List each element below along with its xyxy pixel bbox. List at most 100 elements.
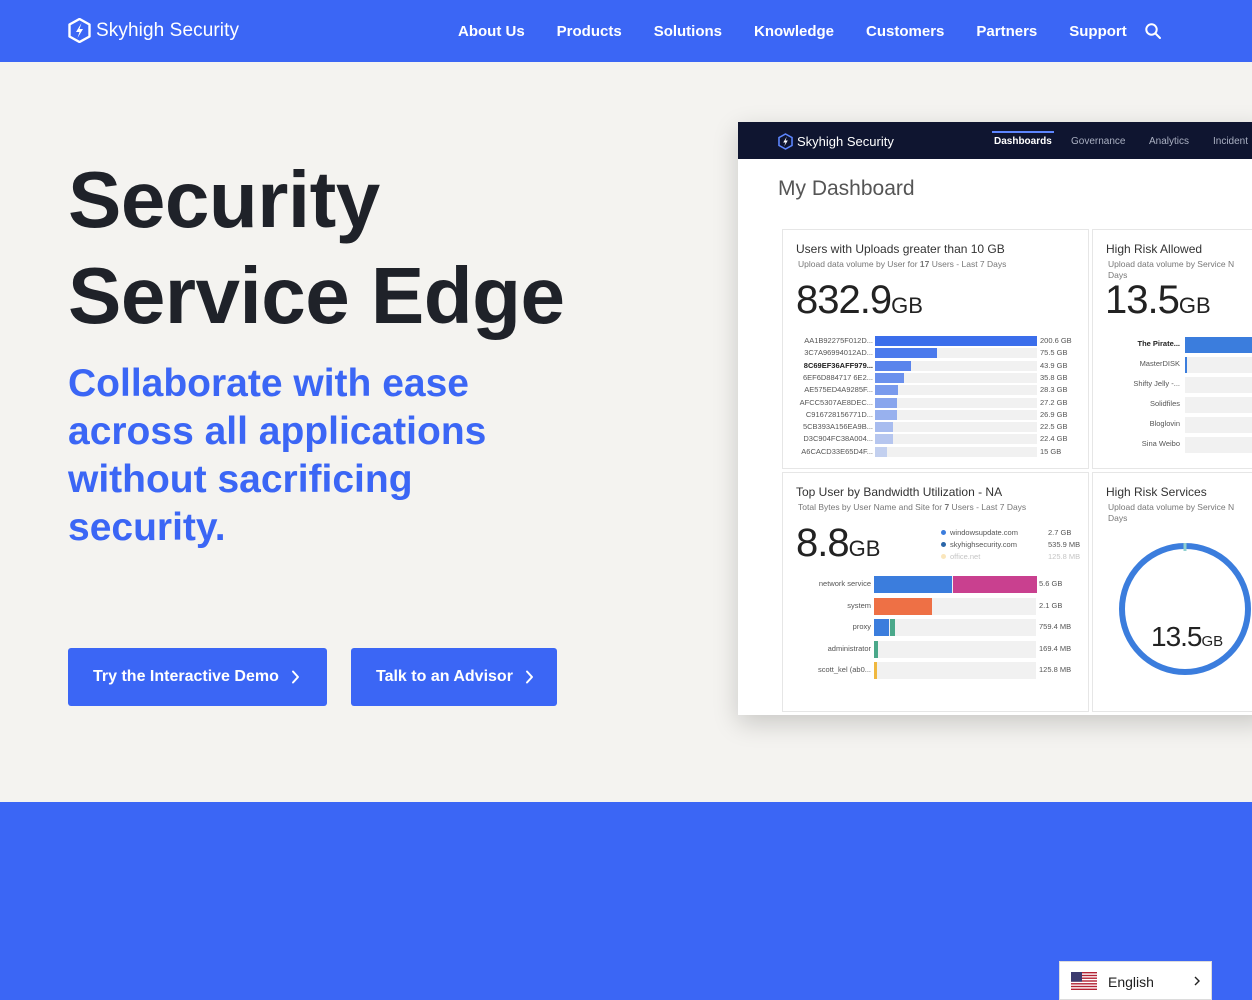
legend-dot xyxy=(941,530,946,535)
bar-label: AE575ED4A9285F... xyxy=(804,385,873,395)
bar-fill xyxy=(875,422,894,433)
big-value: 13.5 xyxy=(1151,621,1202,652)
bar-label: 5CB393A156EA9B... xyxy=(802,422,873,432)
legend-dot xyxy=(941,542,946,547)
hero-section: Security Service Edge Collaborate with e… xyxy=(0,62,1252,802)
panel-title: Top User by Bandwidth Utilization - NA xyxy=(796,485,1003,499)
nav-solutions[interactable]: Solutions xyxy=(638,23,738,40)
bar-value: 169.4 MB xyxy=(1039,643,1072,653)
skyhigh-logo-icon xyxy=(778,133,793,150)
panel-high-risk-services: High Risk Services Upload data volume by… xyxy=(1092,472,1252,712)
bar-fill xyxy=(875,360,911,371)
panel-title: High Risk Allowed xyxy=(1106,242,1203,256)
bar-segment xyxy=(874,576,952,593)
dashboard-brand-name: Skyhigh Security xyxy=(797,134,894,149)
dashboard-brand: Skyhigh Security xyxy=(778,133,894,150)
language-selector[interactable]: English xyxy=(1059,961,1212,1000)
bar-value: 22.4 GB xyxy=(1040,434,1068,444)
try-interactive-demo-button[interactable]: Try the Interactive Demo xyxy=(68,648,327,706)
bar-track xyxy=(874,640,1036,658)
bar-label: C916728156771D... xyxy=(805,409,873,419)
bar-fill xyxy=(875,446,888,457)
dashboard-topbar: Skyhigh Security Dashboards Governance A… xyxy=(738,122,1252,159)
panel-users-uploads: Users with Uploads greater than 10 GB Up… xyxy=(782,229,1089,469)
panel-sub-suffix: Users - Last 7 Days xyxy=(929,259,1007,269)
dash-tab-dashboards: Dashboards xyxy=(994,136,1052,147)
panel-subtitle: Upload data volume by User for 17 Users … xyxy=(798,258,1006,270)
bar-fill xyxy=(875,385,898,396)
bar-track xyxy=(1185,437,1252,453)
brand-logo[interactable]: Skyhigh Security xyxy=(68,18,239,43)
bar-label: system xyxy=(847,600,871,610)
bar-label: MasterDISK xyxy=(1139,359,1180,368)
bar-segment xyxy=(874,597,932,615)
hero-title-line-1: Security xyxy=(68,155,380,244)
bar-label: Solidfiles xyxy=(1149,399,1180,408)
bar-value: 43.9 GB xyxy=(1040,360,1068,370)
bar-label: 6EF6D884717 6E2... xyxy=(802,372,873,382)
bar-label: 3C7A96994012AD... xyxy=(804,348,873,358)
bar-fill xyxy=(875,348,937,359)
hero-subtitle: Collaborate with ease across all applica… xyxy=(68,362,487,549)
legend-value: 125.8 MB xyxy=(1048,552,1081,561)
nav-knowledge[interactable]: Knowledge xyxy=(738,23,850,40)
chevron-right-icon xyxy=(525,670,533,684)
bar-label: scott_kel (ab0... xyxy=(818,665,871,674)
dashboard-screenshot: Skyhigh Security Dashboards Governance A… xyxy=(738,122,1252,715)
bar-label: Shifty Jelly -... xyxy=(1133,379,1180,388)
talk-to-advisor-button[interactable]: Talk to an Advisor xyxy=(351,648,557,706)
bar-value: 28.3 GB xyxy=(1040,385,1068,395)
bar-track xyxy=(1185,417,1252,433)
panel-sub-prefix: Total Bytes by User Name and Site for xyxy=(798,502,945,512)
bar-value: 125.8 MB xyxy=(1039,665,1072,674)
brand-name: Skyhigh Security xyxy=(96,19,240,41)
nav-partners[interactable]: Partners xyxy=(960,23,1053,40)
bar-track xyxy=(875,397,1037,408)
bar-value: 27.2 GB xyxy=(1040,397,1068,407)
panel-sub-prefix: Upload data volume by User for xyxy=(798,259,920,269)
nav-customers[interactable]: Customers xyxy=(850,23,960,40)
bar-label: A6CACD33E65D4F... xyxy=(801,446,873,456)
panel-title: High Risk Services xyxy=(1106,485,1207,499)
panel-sub-suffix: Users - Last 7 Days xyxy=(949,502,1027,512)
search-icon[interactable] xyxy=(1144,22,1162,40)
bar-value: 75.5 GB xyxy=(1040,348,1068,358)
bar-fill xyxy=(875,336,1037,346)
language-label: English xyxy=(1108,974,1154,990)
bar-value: 759.4 MB xyxy=(1039,622,1072,631)
bar-track xyxy=(1185,357,1252,373)
bar-label: proxy xyxy=(852,622,871,631)
dash-tab-analytics: Analytics xyxy=(1149,136,1190,147)
big-value: 8.8 xyxy=(796,521,850,565)
panel-subtitle: Upload data volume by Service N xyxy=(1108,259,1235,269)
bar-fill xyxy=(875,372,905,383)
bar-label: Sina Weibo xyxy=(1141,439,1180,448)
big-unit: GB xyxy=(1201,633,1224,650)
chevron-right-icon xyxy=(291,670,299,684)
chevron-right-icon xyxy=(1194,976,1200,986)
bar-value: 5.6 GB xyxy=(1039,579,1063,588)
nav-support[interactable]: Support xyxy=(1053,23,1143,40)
panel-subtitle: Upload data volume by Service N xyxy=(1108,502,1235,512)
bar-label: 8C69EF36AFF979... xyxy=(803,360,873,370)
dash-tab-governance: Governance xyxy=(1071,136,1126,147)
bar-label: administrator xyxy=(827,643,871,653)
active-tab-indicator xyxy=(992,131,1054,133)
panel-high-risk-allowed: High Risk Allowed Upload data volume by … xyxy=(1092,229,1252,469)
legend-label: windowsupdate.com xyxy=(950,528,1018,537)
big-value: 832.9 xyxy=(796,278,892,322)
dashboard-heading: My Dashboard xyxy=(778,177,915,200)
bar-label: AA1B92275F012D... xyxy=(804,336,873,345)
try-demo-label: Try the Interactive Demo xyxy=(93,668,279,685)
panel-big-value: 13.5GB xyxy=(1105,278,1211,323)
big-unit: GB xyxy=(1178,293,1211,318)
panel-subtitle-2: Days xyxy=(1108,513,1128,523)
donut-value: 13.5GB xyxy=(1151,621,1223,653)
nav-about-us[interactable]: About Us xyxy=(442,23,541,40)
panel-subtitle: Total Bytes by User Name and Site for 7 … xyxy=(798,501,1026,513)
legend-value: 2.7 GB xyxy=(1048,528,1072,537)
nav-products[interactable]: Products xyxy=(541,23,638,40)
bar-value: 35.8 GB xyxy=(1040,372,1068,382)
panel-big-value: 832.9GB xyxy=(796,278,923,323)
bar-value: 26.9 GB xyxy=(1040,409,1068,419)
